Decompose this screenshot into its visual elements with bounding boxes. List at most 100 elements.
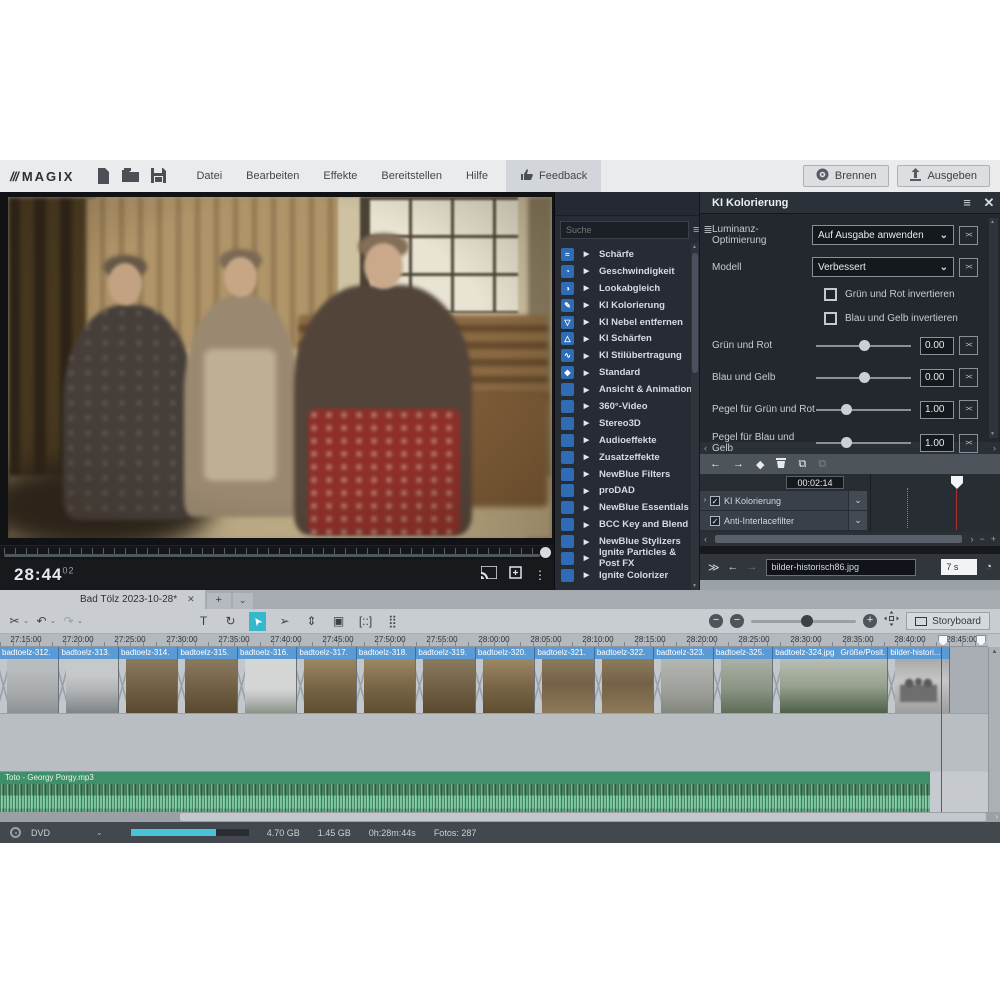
zoom-in-icon[interactable]: +	[991, 534, 996, 544]
next-object-icon[interactable]: →	[747, 561, 758, 573]
range-out-marker[interactable]	[976, 635, 986, 646]
param-value-field[interactable]: 0.00	[920, 337, 954, 355]
effect-list-item[interactable]: ≈ ▶ Schärfe	[555, 246, 699, 263]
feedback-button[interactable]: Feedback	[506, 160, 601, 192]
tool-chevron-icon[interactable]: ⌄	[23, 617, 31, 625]
slider-knob[interactable]	[841, 437, 852, 448]
video-clip[interactable]: badtoelz-325.	[714, 647, 773, 713]
row-expand-icon[interactable]: ›	[700, 497, 710, 504]
video-clip[interactable]: badtoelz-313.	[59, 647, 118, 713]
keyframe-scroll-thumb[interactable]	[715, 535, 962, 543]
ausgeben-button[interactable]: Ausgeben	[897, 165, 990, 187]
zoom-fit-icon[interactable]: −	[709, 614, 723, 628]
effect-list-item[interactable]: ∿ ▶ KI Stilübertragung	[555, 347, 699, 364]
title-tool-icon[interactable]: T	[195, 612, 212, 631]
redo-icon[interactable]: ↷	[60, 612, 77, 631]
keyframe-toggle-button[interactable]: ><	[959, 434, 978, 453]
undo-icon[interactable]: ↶	[33, 612, 50, 631]
panel-menu-icon[interactable]: ≡	[956, 195, 978, 210]
zoom-out-icon[interactable]: −	[730, 614, 744, 628]
list-view-icon[interactable]: ≡	[693, 224, 699, 236]
copy-icon[interactable]	[141, 612, 158, 631]
cast-icon[interactable]	[481, 566, 497, 584]
effect-list-item[interactable]: ▽ ▶ KI Nebel entfernen	[555, 314, 699, 331]
video-preview-screen[interactable]	[0, 192, 554, 545]
open-project-icon[interactable]	[122, 168, 139, 184]
zoom-knob[interactable]	[801, 615, 813, 627]
video-clip[interactable]: badtoelz-320.	[476, 647, 535, 713]
effect-list-item[interactable]: ▶ Zusatzeffekte	[555, 449, 699, 466]
range-select-icon[interactable]: ➢	[276, 612, 293, 631]
video-clip[interactable]: badtoelz-312.	[0, 647, 59, 713]
delete-keyframe-icon[interactable]	[776, 457, 786, 471]
unlink-objects-icon[interactable]	[438, 612, 455, 631]
tool-chevron-icon[interactable]: ⌄	[77, 617, 85, 625]
slider-knob[interactable]	[859, 372, 870, 383]
param-checkbox[interactable]	[824, 312, 837, 325]
storyboard-mode-button[interactable]: Storyboard	[906, 612, 990, 630]
keyframe-toggle-button[interactable]: ><	[959, 226, 978, 245]
audio-levels-icon[interactable]: ⣿	[384, 612, 401, 631]
param-value-field[interactable]: 1.00	[920, 401, 954, 419]
effect-list-item[interactable]: △ ▶ KI Schärfen	[555, 330, 699, 347]
menu-bearbeiten[interactable]: Bearbeiten	[234, 160, 311, 192]
timeline-vscrollbar[interactable]	[988, 647, 1000, 812]
effect-list-item[interactable]: ◆ ▶ Standard	[555, 364, 699, 381]
video-clip[interactable]: badtoelz-322.	[595, 647, 654, 713]
preview-more-icon[interactable]: ⋮	[534, 568, 546, 582]
copy-keyframe-icon[interactable]: ⧉	[798, 458, 806, 471]
timeline-hscrollbar[interactable]: ›	[0, 812, 1000, 822]
cut-tool-icon[interactable]: ✂	[6, 612, 23, 631]
effect-list-item[interactable]: ◑ ▶ Lookabgleich	[555, 280, 699, 297]
effect-list-item[interactable]: ▶ BCC Key and Blend	[555, 516, 699, 533]
video-clip[interactable]: badtoelz-315.	[178, 647, 237, 713]
effect-list-item[interactable]: ▶ NewBlue Filters	[555, 466, 699, 483]
params-scrollbar[interactable]	[989, 218, 998, 438]
effect-list-item[interactable]: ▶ Stereo3D	[555, 415, 699, 432]
grid-icon[interactable]: ▣	[330, 612, 347, 631]
object-stretch-icon[interactable]: ⇕	[303, 612, 320, 631]
video-clip[interactable]: badtoelz-317.	[297, 647, 356, 713]
effect-list-item[interactable]: ✎ ▶ KI Kolorierung	[555, 297, 699, 314]
effects-scrollbar[interactable]	[691, 243, 699, 590]
cut-object-icon[interactable]	[114, 612, 131, 631]
slider-knob[interactable]	[859, 340, 870, 351]
brennen-button[interactable]: Brennen	[803, 165, 890, 187]
effect-list-item[interactable]: ▶ Ansicht & Animation	[555, 381, 699, 398]
effect-list-item[interactable]: ◔ ▶ Geschwindigkeit	[555, 263, 699, 280]
add-keyframe-icon[interactable]: ◆	[756, 458, 764, 471]
tab-close-icon[interactable]: ✕	[187, 594, 195, 605]
zoom-in-icon[interactable]: +	[863, 614, 877, 628]
param-checkbox[interactable]	[824, 288, 837, 301]
clock-icon[interactable]: ◔	[985, 561, 992, 573]
link-objects-icon[interactable]	[411, 612, 428, 631]
scroll-right-icon[interactable]: ›	[995, 812, 998, 822]
panel-close-icon[interactable]: ✕	[978, 195, 1000, 211]
effect-list-item[interactable]: ▶ NewBlue Essentials	[555, 499, 699, 516]
hscroll-thumb[interactable]	[180, 813, 986, 821]
effect-list-item[interactable]: ▶ 360°-Video	[555, 398, 699, 415]
timeline-playhead[interactable]	[941, 647, 942, 812]
video-clip[interactable]: badtoelz-316.	[238, 647, 297, 713]
keyframe-toggle-button[interactable]: ><	[959, 258, 978, 277]
param-dropdown[interactable]: Auf Ausgabe anwenden ⌄	[812, 225, 954, 245]
row-options-chevron[interactable]: ⌄	[849, 491, 867, 510]
param-dropdown[interactable]: Verbessert ⌄	[812, 257, 954, 277]
scrubber-handle[interactable]	[540, 547, 551, 558]
menu-hilfe[interactable]: Hilfe	[454, 160, 500, 192]
param-slider[interactable]	[816, 377, 911, 379]
target-medium-label[interactable]: DVD	[31, 828, 50, 838]
param-slider[interactable]	[816, 345, 911, 347]
effect-list-item[interactable]: ▶ Ignite Particles & Post FX	[555, 550, 699, 567]
tab-list-chevron[interactable]: ⌄	[233, 593, 253, 609]
preview-scrubber[interactable]	[0, 545, 554, 559]
paste-keyframe-icon[interactable]: ⧉	[818, 458, 826, 471]
param-value-field[interactable]: 0.00	[920, 369, 954, 387]
prev-keyframe-icon[interactable]: ←	[710, 458, 721, 470]
keyframe-toggle-button[interactable]: ><	[959, 336, 978, 355]
keyframe-timeline[interactable]: 00:02:14 › ✓ KI Kolorierung ✓ Anti-Inter…	[700, 474, 1000, 532]
menu-datei[interactable]: Datei	[184, 160, 234, 192]
video-clip[interactable]: badtoelz-323.	[654, 647, 713, 713]
zoom-out-icon[interactable]: −	[979, 534, 984, 544]
keyframe-playhead[interactable]	[951, 476, 963, 489]
